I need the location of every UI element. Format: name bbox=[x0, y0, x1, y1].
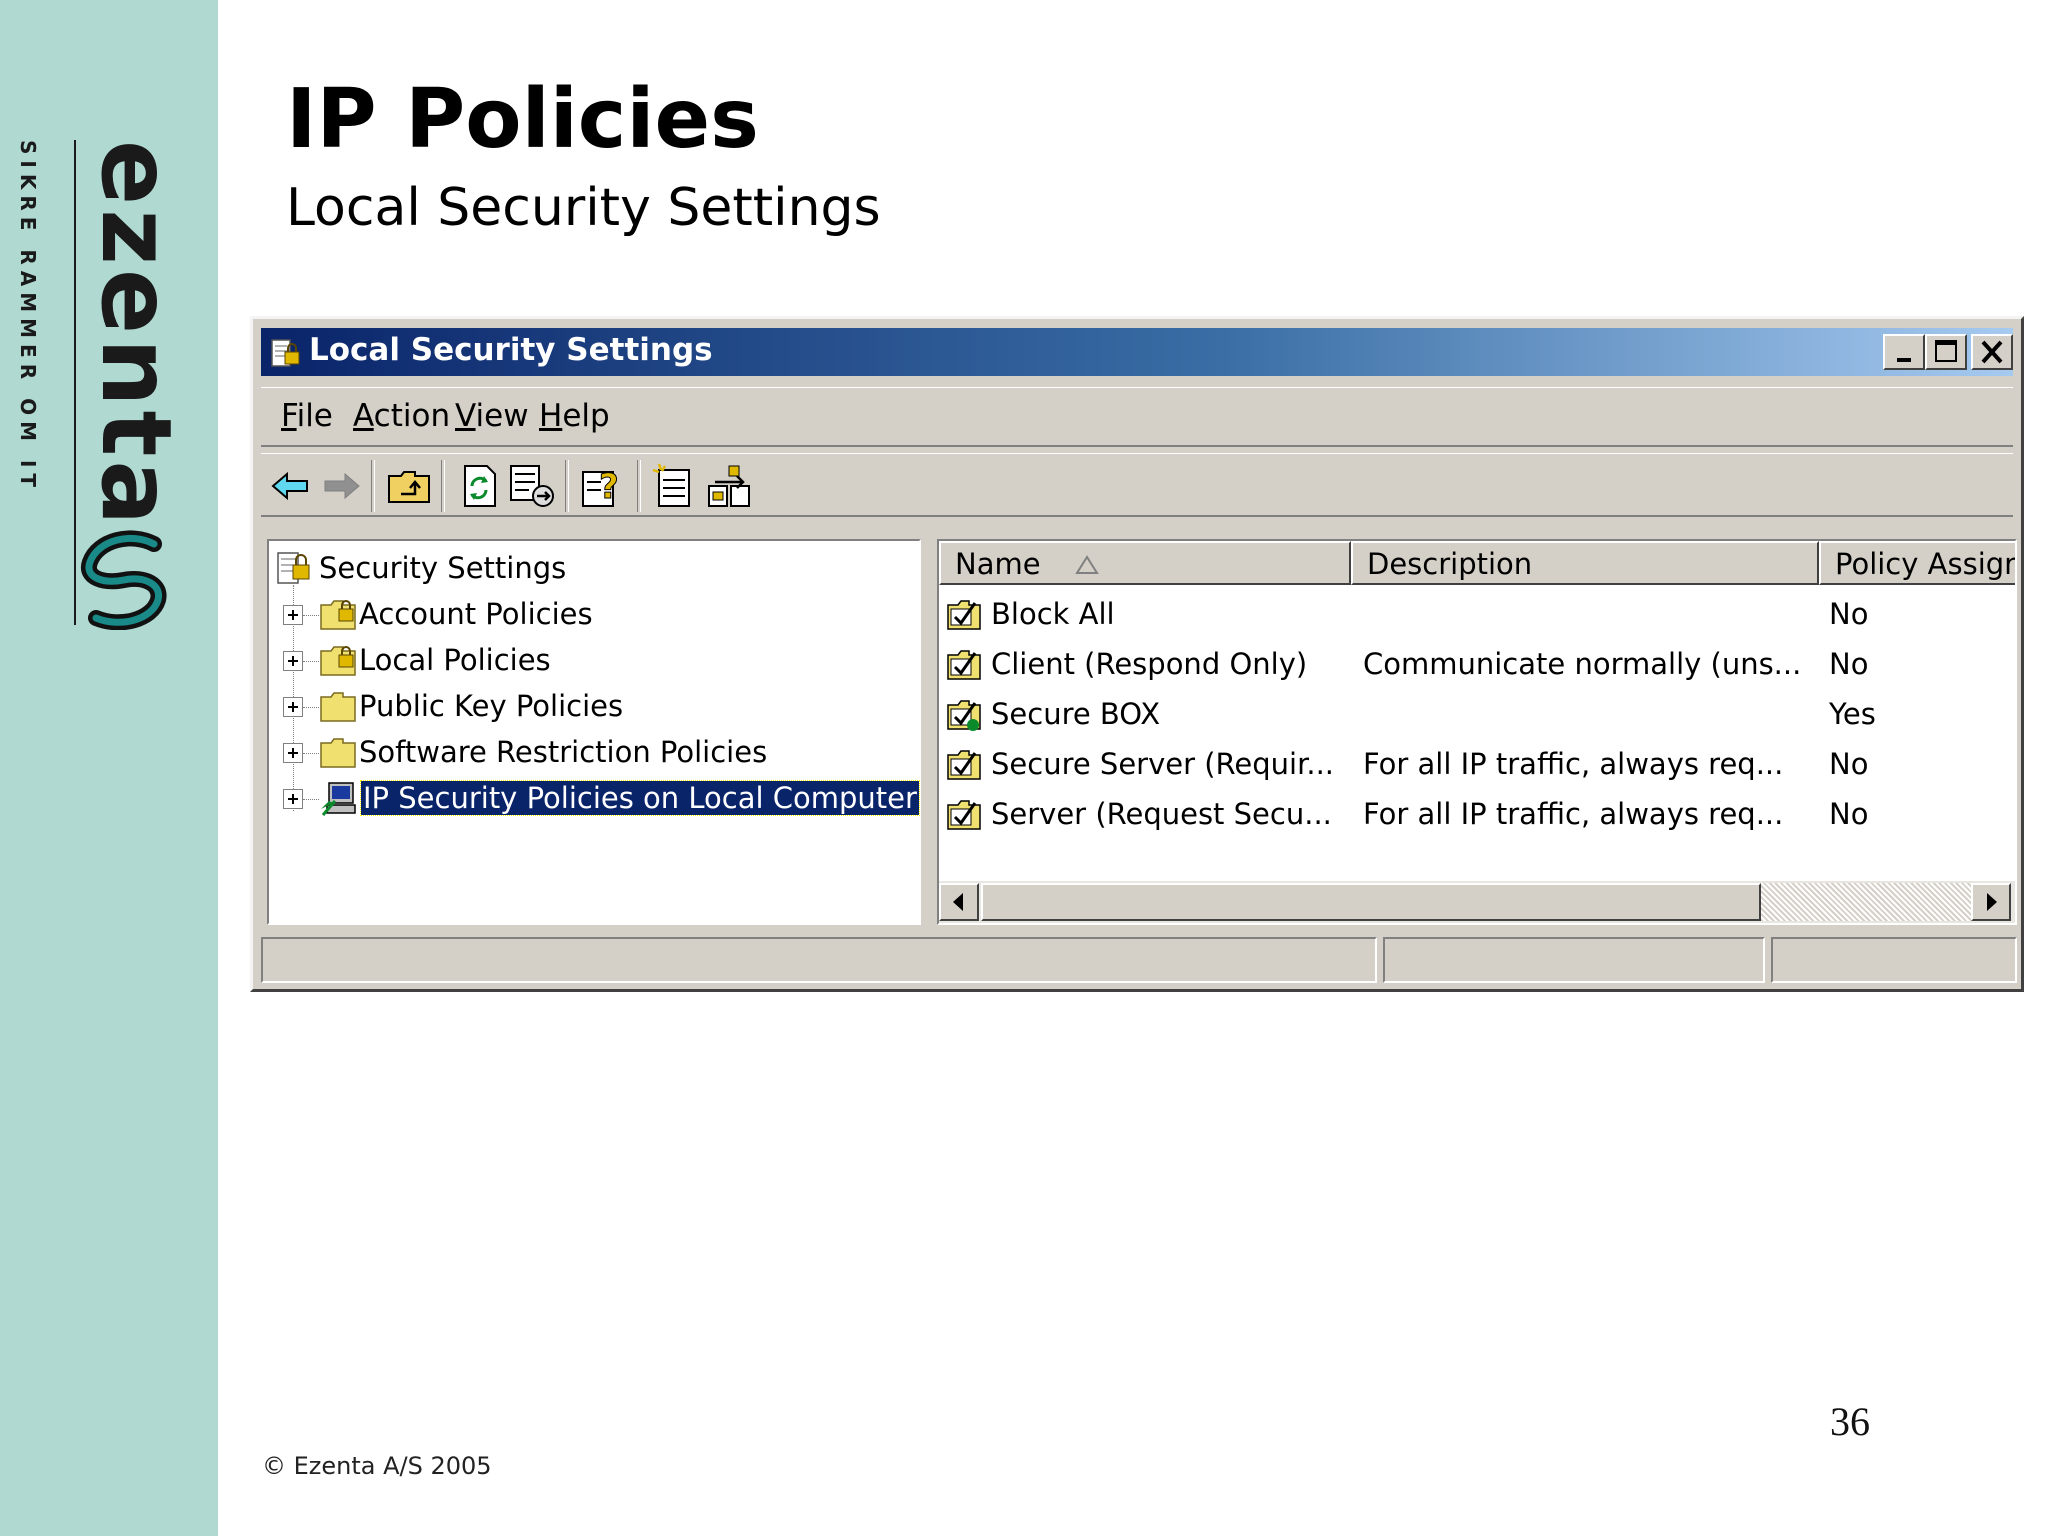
policy-icon bbox=[947, 600, 981, 630]
toolbar-separator bbox=[371, 460, 375, 512]
menu-view[interactable]: View bbox=[455, 398, 529, 434]
toolbar: ? bbox=[261, 453, 2013, 517]
refresh-icon[interactable] bbox=[455, 462, 503, 510]
expand-icon[interactable] bbox=[283, 789, 303, 809]
local-security-settings-window: Local Security Settings File Action View… bbox=[250, 316, 2024, 992]
list-row[interactable]: Client (Respond Only) Communicate normal… bbox=[939, 641, 2015, 689]
scroll-right-icon bbox=[1987, 893, 1997, 911]
close-button[interactable] bbox=[1971, 334, 2013, 370]
window-titlebar[interactable]: Local Security Settings bbox=[261, 328, 2013, 376]
status-panel bbox=[261, 937, 1377, 983]
minimize-icon bbox=[1897, 358, 1911, 362]
sort-ascending-icon bbox=[1075, 555, 1099, 574]
toolbar-separator bbox=[441, 460, 445, 512]
page-number: 36 bbox=[1830, 1399, 1870, 1444]
minimize-button[interactable] bbox=[1883, 334, 1925, 370]
toolbar-separator bbox=[637, 460, 641, 512]
scrollbar-thumb[interactable] bbox=[981, 883, 1761, 921]
column-header-name[interactable]: Name bbox=[939, 541, 1351, 585]
security-settings-icon bbox=[277, 552, 310, 584]
list-row[interactable]: Secure BOX Yes bbox=[939, 691, 2015, 739]
svg-text:?: ? bbox=[599, 467, 619, 507]
menu-file[interactable]: File bbox=[281, 398, 333, 434]
forward-arrow-icon[interactable] bbox=[317, 462, 365, 510]
copyright-footer: © Ezenta A/S 2005 bbox=[262, 1452, 492, 1480]
status-bar bbox=[261, 933, 2017, 983]
menu-action[interactable]: Action bbox=[353, 398, 450, 434]
help-icon[interactable]: ? bbox=[579, 462, 627, 510]
maximize-icon bbox=[1935, 340, 1957, 362]
expand-icon[interactable] bbox=[283, 697, 303, 717]
menu-bar: File Action View Help bbox=[261, 387, 2013, 447]
scroll-left-icon bbox=[953, 893, 963, 911]
policy-icon bbox=[947, 750, 981, 780]
back-arrow-icon[interactable] bbox=[267, 462, 315, 510]
results-list-pane: Name Description Policy Assigne Block Al… bbox=[937, 539, 2017, 925]
create-ip-policy-icon[interactable] bbox=[651, 462, 699, 510]
assigned-policy-icon bbox=[947, 700, 981, 731]
maximize-button[interactable] bbox=[1925, 334, 1967, 370]
locked-folder-icon bbox=[320, 646, 356, 676]
locked-folder-icon bbox=[320, 600, 356, 630]
scroll-left-button[interactable] bbox=[939, 883, 979, 921]
brand-logo-text: ezenta bbox=[80, 140, 192, 530]
policy-icon bbox=[947, 650, 981, 680]
status-panel bbox=[1383, 937, 1765, 983]
expand-icon[interactable] bbox=[283, 651, 303, 671]
brand-tagline: SIKRE RAMMER OM IT bbox=[16, 140, 40, 494]
column-header-description[interactable]: Description bbox=[1351, 541, 1819, 585]
folder-icon bbox=[320, 738, 356, 768]
ip-security-computer-icon bbox=[321, 782, 356, 816]
manage-filters-icon[interactable] bbox=[705, 462, 753, 510]
window-title: Local Security Settings bbox=[309, 332, 713, 368]
column-header-policy-assigned[interactable]: Policy Assigne bbox=[1819, 541, 2015, 585]
policy-icon bbox=[947, 800, 981, 830]
scrollbar-track[interactable] bbox=[1761, 883, 1971, 921]
export-list-icon[interactable] bbox=[507, 462, 555, 510]
list-row[interactable]: Server (Request Secu... For all IP traff… bbox=[939, 791, 2015, 839]
expand-icon[interactable] bbox=[283, 605, 303, 625]
menu-help[interactable]: Help bbox=[539, 398, 610, 434]
slide-subtitle: Local Security Settings bbox=[286, 178, 881, 238]
expand-icon[interactable] bbox=[283, 743, 303, 763]
close-icon bbox=[1981, 340, 2003, 364]
horizontal-scrollbar[interactable] bbox=[939, 881, 2015, 923]
brand-sidebar: SIKRE RAMMER OM IT ezenta bbox=[0, 0, 218, 1536]
list-row[interactable]: Secure Server (Requir... For all IP traf… bbox=[939, 741, 2015, 789]
ezenta-logo-mark-icon bbox=[81, 530, 167, 630]
scroll-right-button[interactable] bbox=[1971, 883, 2011, 921]
folder-icon bbox=[320, 692, 356, 722]
slide-title: IP Policies bbox=[286, 72, 759, 167]
console-tree-pane: Security Settings Account Policies Local… bbox=[267, 539, 921, 925]
list-row[interactable]: Block All No bbox=[939, 591, 2015, 639]
up-one-level-icon[interactable] bbox=[385, 462, 433, 510]
status-panel bbox=[1771, 937, 2017, 983]
security-settings-icon bbox=[271, 339, 300, 367]
toolbar-separator bbox=[565, 460, 569, 512]
